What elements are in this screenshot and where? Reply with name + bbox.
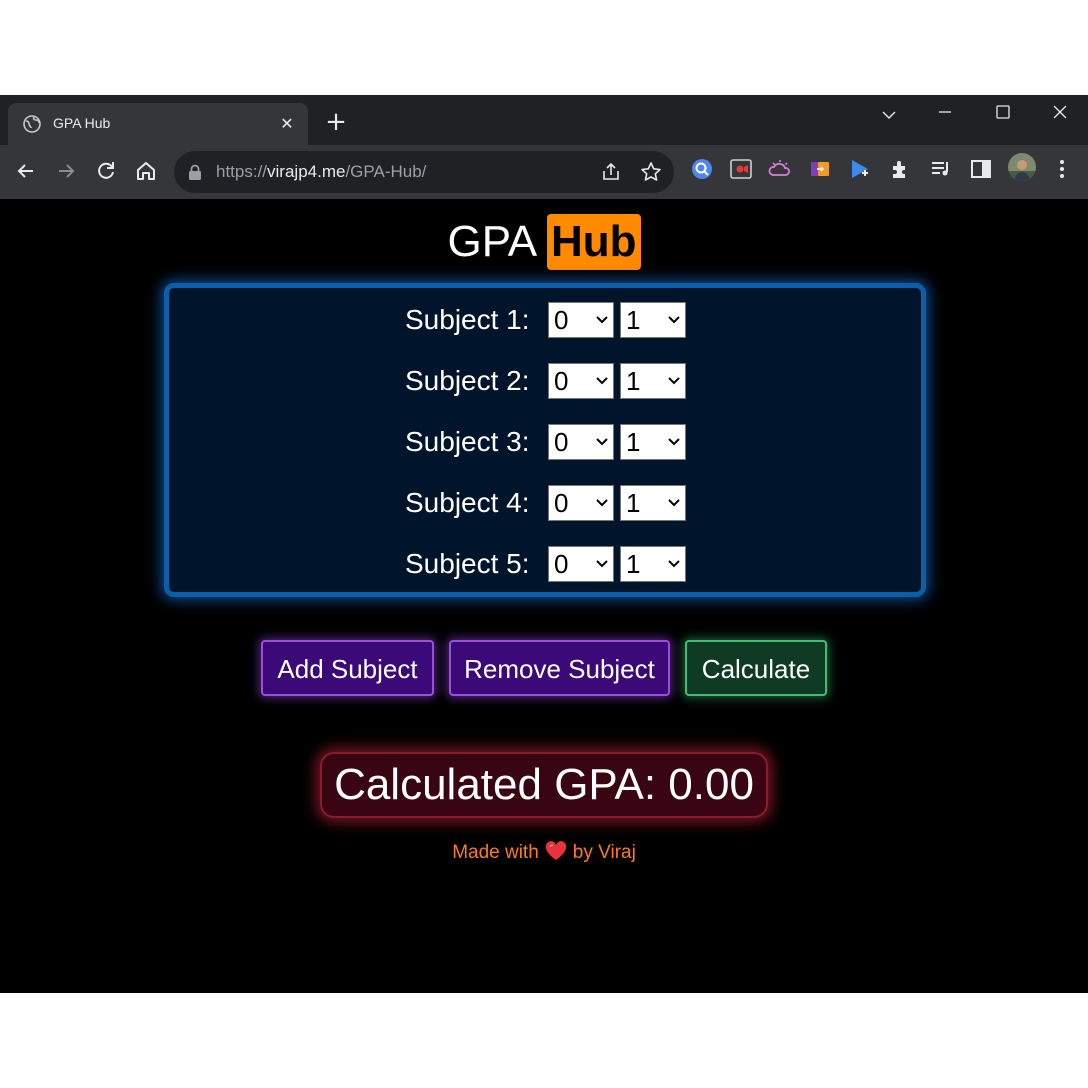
chevron-down-icon <box>668 377 680 385</box>
chevron-down-icon <box>668 316 680 324</box>
new-tab-button[interactable]: + <box>322 109 350 137</box>
weather-extension-icon[interactable] <box>768 157 792 181</box>
grade-value: 0 <box>554 305 569 335</box>
chevron-down-icon <box>668 438 680 446</box>
credits-select[interactable]: 1 <box>620 424 686 460</box>
lock-icon[interactable] <box>188 164 202 180</box>
page-content: GPA Hub Subject 1: 0 1 Subject 2: 0 1 Su… <box>0 199 1088 993</box>
side-panel-icon[interactable] <box>969 157 993 181</box>
url-text[interactable]: https://virajp4.me/GPA-Hub/ <box>216 162 426 182</box>
screen-recorder-extension-icon[interactable] <box>729 157 753 181</box>
minimize-icon[interactable] <box>925 101 965 131</box>
credits-value: 1 <box>626 488 641 518</box>
play-extension-icon[interactable] <box>848 157 872 181</box>
url-path: /GPA-Hub/ <box>345 162 427 181</box>
profile-avatar[interactable] <box>1008 153 1036 181</box>
grade-value: 0 <box>554 427 569 457</box>
credits-select[interactable]: 1 <box>620 546 686 582</box>
lens-extension-icon[interactable] <box>690 157 714 181</box>
subject-label: Subject 5: <box>405 548 530 579</box>
subject-row: Subject 5: 0 1 <box>169 544 931 584</box>
subject-row: Subject 4: 0 1 <box>169 483 931 523</box>
logo-gpa: GPA <box>447 217 535 266</box>
url-host: virajp4.me <box>267 162 346 181</box>
subject-label: Subject 3: <box>405 426 530 457</box>
maximize-icon[interactable] <box>983 101 1023 131</box>
chevron-down-icon <box>596 316 608 324</box>
tab-title: GPA Hub <box>53 115 111 131</box>
credits-value: 1 <box>626 427 641 457</box>
globe-icon <box>23 115 41 133</box>
grade-value: 0 <box>554 366 569 396</box>
grade-value: 0 <box>554 549 569 579</box>
back-arrow-icon[interactable] <box>13 158 39 184</box>
grade-select[interactable]: 0 <box>548 302 614 338</box>
grade-select[interactable]: 0 <box>548 424 614 460</box>
credits-value: 1 <box>626 366 641 396</box>
grade-select[interactable]: 0 <box>548 485 614 521</box>
browser-window: GPA Hub ✕ + https://virajp4.me/GPA-Hub/ … <box>0 95 1088 993</box>
browser-toolbar: https://virajp4.me/GPA-Hub/ <box>0 145 1088 200</box>
footer-by-author: by Viraj <box>572 842 636 863</box>
site-logo: GPA Hub <box>0 213 1088 271</box>
extensions-puzzle-icon[interactable] <box>889 157 913 181</box>
heart-icon <box>545 841 566 860</box>
reload-icon[interactable] <box>93 158 119 184</box>
tab-switcher-extension-icon[interactable] <box>808 157 832 181</box>
chevron-down-icon <box>596 377 608 385</box>
subject-row: Subject 3: 0 1 <box>169 422 931 462</box>
share-icon[interactable] <box>601 162 621 182</box>
menu-kebab-icon[interactable] <box>1050 157 1074 181</box>
credits-select[interactable]: 1 <box>620 363 686 399</box>
logo-hub: Hub <box>546 214 641 270</box>
url-scheme: https:// <box>216 162 268 181</box>
grade-select[interactable]: 0 <box>548 546 614 582</box>
subjects-panel: Subject 1: 0 1 Subject 2: 0 1 Subject 3:… <box>164 283 926 597</box>
chevron-down-icon <box>596 499 608 507</box>
credits-select[interactable]: 1 <box>620 485 686 521</box>
gpa-result: Calculated GPA: 0.00 <box>320 752 768 818</box>
subject-label: Subject 4: <box>405 487 530 518</box>
credits-value: 1 <box>626 549 641 579</box>
remove-subject-button[interactable]: Remove Subject <box>449 640 670 696</box>
subject-row: Subject 1: 0 1 <box>169 300 931 340</box>
credits-value: 1 <box>626 305 641 335</box>
address-bar[interactable]: https://virajp4.me/GPA-Hub/ <box>174 151 674 193</box>
chevron-down-icon <box>668 499 680 507</box>
media-controls-icon[interactable] <box>929 157 953 181</box>
close-window-icon[interactable] <box>1040 101 1080 131</box>
footer-credit: Made with by Viraj <box>0 840 1088 866</box>
chevron-down-icon <box>596 560 608 568</box>
tab-strip: GPA Hub ✕ + <box>0 95 1088 145</box>
footer-made-with: Made with <box>452 842 539 863</box>
home-icon[interactable] <box>133 158 159 184</box>
subject-label: Subject 2: <box>405 365 530 396</box>
tab-gpa-hub[interactable]: GPA Hub ✕ <box>8 103 308 145</box>
credits-select[interactable]: 1 <box>620 302 686 338</box>
chevron-down-icon <box>668 560 680 568</box>
chevron-down-icon <box>596 438 608 446</box>
subject-label: Subject 1: <box>405 304 530 335</box>
grade-value: 0 <box>554 488 569 518</box>
tab-search-icon[interactable] <box>869 101 909 131</box>
tab-close-icon[interactable]: ✕ <box>276 113 298 135</box>
bookmark-star-icon[interactable] <box>640 161 662 183</box>
calculate-button[interactable]: Calculate <box>685 640 827 696</box>
grade-select[interactable]: 0 <box>548 363 614 399</box>
add-subject-button[interactable]: Add Subject <box>261 640 434 696</box>
forward-arrow-icon[interactable] <box>53 158 79 184</box>
subject-row: Subject 2: 0 1 <box>169 361 931 401</box>
